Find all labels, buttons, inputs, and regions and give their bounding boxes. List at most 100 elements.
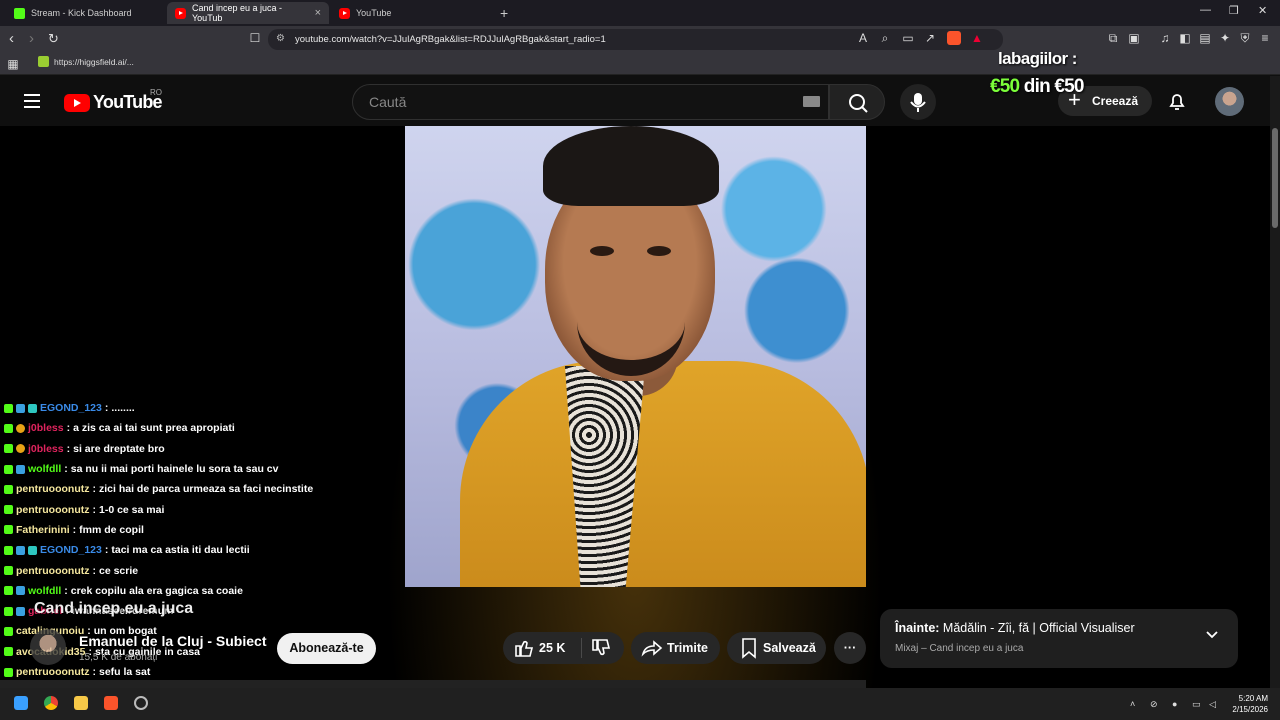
share-button[interactable]: Trimite — [631, 632, 720, 664]
chat-text: zici hai de parca urmeaza sa faci necins… — [98, 483, 314, 496]
youtube-logo[interactable]: YouTube — [64, 92, 163, 113]
channel-avatar[interactable] — [30, 629, 66, 665]
zoom-icon[interactable]: ⌕ — [878, 31, 892, 45]
bookmark-icon[interactable]: ☐ — [248, 31, 262, 45]
translate-icon[interactable]: A — [856, 31, 870, 45]
screenshot-icon[interactable]: ▣ — [1127, 31, 1141, 45]
wallet-icon[interactable]: ▤ — [1198, 31, 1212, 45]
system-clock[interactable]: 5:20 AM 2/15/2026 — [1226, 693, 1268, 715]
sub-badge-icon — [28, 403, 37, 413]
chat-separator: : — [66, 442, 71, 455]
file-explorer-icon[interactable] — [74, 696, 88, 710]
reload-button[interactable]: ↻ — [48, 30, 59, 48]
og-badge-icon — [16, 444, 25, 454]
bookmark-label: https://higgsfield.ai/... — [54, 56, 134, 67]
subscribe-button[interactable]: Abonează-te — [277, 633, 376, 664]
bookmark-higgsfield[interactable]: https://higgsfield.ai/... — [38, 56, 134, 67]
scrollbar-thumb[interactable] — [1272, 128, 1278, 228]
chat-username[interactable]: j0bless — [28, 443, 64, 455]
thumbs-down-icon[interactable] — [589, 632, 613, 664]
chat-message: pentruooonutz: ce scrie — [4, 560, 424, 580]
search-input[interactable]: Caută — [352, 84, 829, 120]
sub-badge-icon — [28, 545, 37, 555]
tab-kick-dashboard[interactable]: Stream - Kick Dashboard — [6, 2, 166, 24]
chat-message: j0bless: si are dreptate bro — [4, 439, 424, 459]
chat-separator: : — [66, 422, 71, 435]
media-icon[interactable]: ♫ — [1158, 31, 1172, 45]
restore-button[interactable]: ❐ — [1229, 4, 1239, 17]
more-actions-button[interactable]: ··· — [834, 632, 866, 664]
up-next-panel[interactable]: Înainte: Mădălin - Zîi, fă | Official Vi… — [880, 609, 1238, 668]
chat-username[interactable]: j0bless — [28, 422, 64, 434]
chat-username[interactable]: pentruooonutz — [16, 483, 89, 495]
display-icon[interactable]: ▭ — [1192, 699, 1201, 710]
new-tab-button[interactable]: + — [500, 5, 508, 21]
keyboard-icon[interactable] — [803, 96, 820, 107]
guide-menu-icon[interactable] — [24, 94, 40, 108]
chat-message: wolfdll: sa nu ii mai porti hainele lu so… — [4, 459, 424, 479]
horizontal-scrollbar[interactable] — [0, 680, 866, 688]
chat-username[interactable]: wolfdll — [28, 585, 61, 597]
tray-overflow-icon[interactable]: ˄ — [1130, 699, 1135, 709]
share-page-icon[interactable]: ↗ — [923, 31, 937, 45]
chat-username[interactable]: EGOND_123 — [40, 544, 102, 556]
tab-label: YouTube — [356, 8, 392, 18]
chat-username[interactable]: pentruooonutz — [16, 565, 89, 577]
kick-badge-icon — [4, 647, 13, 657]
close-tab-icon[interactable]: × — [315, 7, 321, 19]
og-badge-icon — [16, 423, 25, 433]
chat-username[interactable]: pentruooonutz — [16, 504, 89, 516]
search-button[interactable] — [829, 84, 885, 120]
chat-username[interactable]: EGOND_123 — [40, 402, 102, 414]
notifications-bell-icon[interactable] — [1166, 90, 1188, 112]
kick-badge-icon — [4, 525, 13, 535]
close-window-button[interactable]: ✕ — [1258, 4, 1267, 17]
minimize-button[interactable]: — — [1200, 4, 1211, 16]
address-bar[interactable]: youtube.com/watch?v=JJulAgRBgak&list=RDJ… — [268, 29, 1003, 50]
extensions-icon[interactable]: ⧉ — [1106, 31, 1120, 45]
chat-username[interactable]: Fatherinini — [16, 524, 70, 536]
chat-text: sa nu ii mai porti hainele lu sora ta sa… — [70, 463, 279, 476]
thumbs-up-icon[interactable] — [512, 632, 536, 664]
chat-separator: : — [64, 463, 68, 476]
site-settings-icon[interactable]: ⚙ — [276, 33, 288, 45]
goal-separator: din — [1019, 76, 1055, 97]
like-count[interactable]: 25 K — [539, 632, 565, 664]
tab-label: Stream - Kick Dashboard — [31, 8, 132, 18]
forward-button[interactable]: › — [29, 30, 34, 48]
stream-chat-overlay: EGOND_123:........ j0bless: a zis ca ai ta… — [4, 398, 424, 720]
mic-tray-icon[interactable]: ● — [1172, 699, 1177, 709]
ai-assistant-icon[interactable]: ✦ — [1218, 31, 1232, 45]
tab-label: Cand incep eu a juca - YouTub — [192, 3, 283, 23]
kick-badge-icon — [4, 626, 13, 636]
chat-username[interactable]: wolfdll — [28, 463, 61, 475]
jacket — [460, 361, 866, 587]
brave-shield-icon[interactable] — [947, 31, 961, 45]
voice-search-button[interactable] — [900, 84, 936, 120]
windows-start-icon[interactable] — [14, 696, 28, 710]
chat-text: ........ — [111, 402, 135, 415]
save-button[interactable]: Salvează — [727, 632, 826, 664]
brave-rewards-icon[interactable]: ▲ — [970, 31, 984, 45]
network-icon[interactable]: ⊘ — [1150, 699, 1158, 710]
sidebar-icon[interactable]: ◧ — [1178, 31, 1192, 45]
back-button[interactable]: ‹ — [9, 30, 14, 48]
youtube-icon — [175, 7, 186, 19]
kick-badge-icon — [4, 606, 13, 616]
channel-name[interactable]: Emanuel de la Cluj - Subiect — [79, 633, 266, 649]
brave-browser-icon[interactable] — [104, 696, 118, 710]
menu-icon[interactable]: ≡ — [1258, 31, 1272, 45]
cast-icon[interactable]: ▭ — [901, 31, 915, 45]
obs-icon[interactable] — [134, 696, 148, 710]
chrome-icon[interactable] — [44, 696, 58, 710]
account-avatar[interactable] — [1215, 87, 1244, 116]
volume-icon[interactable]: ◁ — [1209, 699, 1216, 710]
chat-username[interactable]: pentruooonutz — [16, 666, 89, 678]
chat-text: a zis ca ai tai sunt prea apropiati — [73, 422, 235, 435]
vpn-icon[interactable]: ⛨ — [1238, 31, 1252, 45]
apps-grid-icon[interactable]: ▦ — [6, 57, 20, 71]
chat-message: pentruooonutz:1-0 ce sa mai — [4, 499, 424, 519]
tab-youtube-video[interactable]: Cand incep eu a juca - YouTub × — [167, 2, 329, 24]
tab-youtube[interactable]: YouTube — [331, 2, 491, 24]
chevron-down-icon[interactable] — [1206, 629, 1218, 641]
